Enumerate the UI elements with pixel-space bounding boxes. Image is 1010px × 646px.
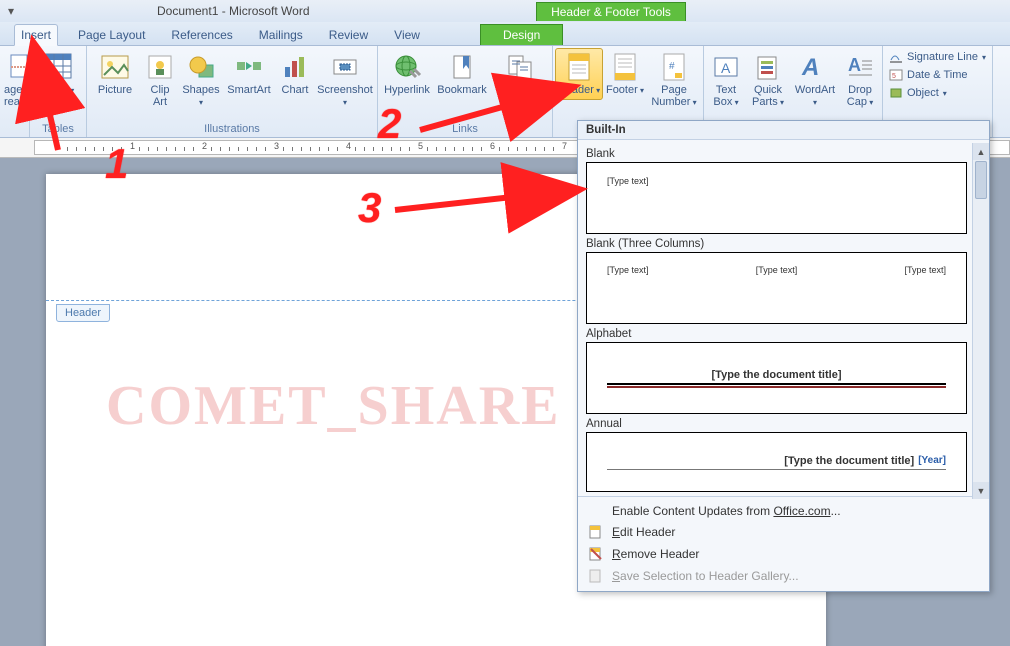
bookmark-button[interactable]: Bookmark bbox=[434, 48, 490, 100]
quick-parts-icon bbox=[754, 53, 782, 81]
group-tables-caption: Tables bbox=[32, 123, 84, 137]
tab-page-layout[interactable]: Page Layout bbox=[72, 25, 151, 45]
watermark-text: COMET_SHARE bbox=[106, 374, 561, 438]
ribbon-tab-strip: Insert Page Layout References Mailings R… bbox=[0, 22, 1010, 46]
footer-button[interactable]: Footer bbox=[603, 48, 647, 100]
qat-customize-icon[interactable]: ▾ bbox=[0, 4, 22, 18]
group-tables: Table Tables bbox=[30, 46, 87, 137]
gallery-item-label: Alphabet bbox=[586, 328, 967, 340]
table-icon bbox=[43, 52, 73, 82]
gallery-item-label: Blank (Three Columns) bbox=[586, 238, 967, 250]
object-button[interactable]: Object ▾ bbox=[889, 86, 986, 100]
header-gallery-dropdown: Built-In Blank [Type text] Blank (Three … bbox=[577, 120, 990, 592]
cross-reference-button[interactable]: Cross-refere bbox=[490, 48, 550, 111]
quick-parts-button[interactable]: Quick Parts bbox=[746, 48, 790, 111]
picture-button[interactable]: Picture bbox=[89, 48, 141, 100]
page-number-icon: # bbox=[661, 52, 687, 82]
remove-header-button[interactable]: Remove Header bbox=[578, 543, 989, 565]
group-pages: age reak bbox=[0, 46, 30, 137]
clip-art-button[interactable]: Clip Art bbox=[141, 48, 179, 111]
screenshot-button[interactable]: Screenshot bbox=[315, 48, 375, 111]
tab-view[interactable]: View bbox=[388, 25, 426, 45]
contextual-tab-header-footer: Header & Footer Tools bbox=[536, 2, 686, 21]
save-header-icon bbox=[588, 568, 604, 584]
window-title: Document1 - Microsoft Word bbox=[22, 4, 481, 18]
group-links-caption: Links bbox=[380, 123, 550, 137]
edit-header-icon bbox=[588, 524, 604, 540]
picture-icon bbox=[100, 53, 130, 81]
hyperlink-button[interactable]: Hyperlink bbox=[380, 48, 434, 100]
scroll-down-icon[interactable]: ▼ bbox=[973, 482, 989, 499]
wordart-icon: A bbox=[800, 53, 830, 81]
gallery-item-label: Annual bbox=[586, 418, 967, 430]
group-illustrations: Picture Clip Art Shapes SmartArt Chart S… bbox=[87, 46, 378, 137]
svg-text:5: 5 bbox=[892, 73, 896, 80]
page-break-button[interactable]: age reak bbox=[2, 48, 30, 111]
tab-mailings[interactable]: Mailings bbox=[253, 25, 309, 45]
gallery-item-blank-three-columns[interactable]: [Type text] [Type text] [Type text] bbox=[586, 252, 967, 324]
signature-line-button[interactable]: Signature Line ▾ bbox=[889, 50, 986, 64]
svg-text:A: A bbox=[848, 55, 861, 75]
annotation-number-3: 3 bbox=[358, 184, 381, 232]
page-number-button[interactable]: # Page Number bbox=[647, 48, 701, 111]
enable-content-updates-button[interactable]: Enable Content Updates from Office.com..… bbox=[578, 501, 989, 521]
tab-review[interactable]: Review bbox=[323, 25, 374, 45]
smartart-icon bbox=[234, 54, 264, 80]
svg-text:A: A bbox=[801, 54, 819, 81]
shapes-icon bbox=[186, 53, 216, 81]
gallery-item-label: Blank bbox=[586, 148, 967, 160]
cross-reference-icon bbox=[506, 53, 534, 81]
gallery-item-annual[interactable]: [Type the document title] [Year] bbox=[586, 432, 967, 492]
save-selection-header-gallery-button: Save Selection to Header Gallery... bbox=[578, 565, 989, 587]
svg-text:#: # bbox=[669, 61, 675, 72]
annotation-number-2: 2 bbox=[378, 100, 401, 148]
shapes-button[interactable]: Shapes bbox=[179, 48, 223, 111]
date-time-icon: 5 bbox=[889, 68, 903, 82]
header-icon bbox=[566, 52, 592, 82]
gallery-section-built-in: Built-In bbox=[578, 121, 989, 140]
drop-cap-icon: A bbox=[846, 53, 874, 81]
chart-icon bbox=[281, 53, 309, 81]
signature-icon bbox=[889, 50, 903, 64]
gallery-footer: Enable Content Updates from Office.com..… bbox=[578, 496, 989, 591]
tab-design[interactable]: Design bbox=[480, 24, 563, 45]
gallery-list[interactable]: Blank [Type text] Blank (Three Columns) … bbox=[578, 140, 989, 496]
annotation-number-1: 1 bbox=[105, 140, 128, 188]
tab-insert[interactable]: Insert bbox=[14, 24, 58, 46]
page-break-icon bbox=[9, 53, 30, 81]
header-button[interactable]: Header bbox=[555, 48, 603, 100]
remove-header-icon bbox=[588, 546, 604, 562]
drop-cap-button[interactable]: A Drop Cap bbox=[840, 48, 880, 111]
scroll-thumb[interactable] bbox=[975, 161, 987, 199]
gallery-item-blank[interactable]: [Type text] bbox=[586, 162, 967, 234]
scroll-up-icon[interactable]: ▲ bbox=[973, 143, 989, 160]
wordart-button[interactable]: A WordArt bbox=[790, 48, 840, 111]
chart-button[interactable]: Chart bbox=[275, 48, 315, 100]
object-icon bbox=[889, 86, 903, 100]
text-box-button[interactable]: A Text Box bbox=[706, 48, 746, 111]
smartart-button[interactable]: SmartArt bbox=[223, 48, 275, 100]
edit-header-button[interactable]: Edit Header bbox=[578, 521, 989, 543]
text-box-icon: A bbox=[712, 53, 740, 81]
group-links: Hyperlink Bookmark Cross-refere Links bbox=[378, 46, 553, 137]
date-time-button[interactable]: 5Date & Time bbox=[889, 68, 986, 82]
header-tag: Header bbox=[56, 304, 110, 322]
footer-icon bbox=[612, 52, 638, 82]
hyperlink-icon bbox=[392, 53, 422, 81]
title-bar: ▾ Document1 - Microsoft Word Header & Fo… bbox=[0, 0, 1010, 22]
bookmark-icon bbox=[449, 53, 475, 81]
gallery-item-alphabet[interactable]: [Type the document title] bbox=[586, 342, 967, 414]
clip-art-icon bbox=[146, 53, 174, 81]
tab-references[interactable]: References bbox=[165, 25, 238, 45]
table-button[interactable]: Table bbox=[32, 48, 84, 100]
svg-text:A: A bbox=[721, 60, 731, 76]
screenshot-icon bbox=[330, 54, 360, 80]
gallery-scrollbar[interactable]: ▲ ▼ bbox=[972, 143, 989, 499]
group-illustrations-caption: Illustrations bbox=[89, 123, 375, 137]
